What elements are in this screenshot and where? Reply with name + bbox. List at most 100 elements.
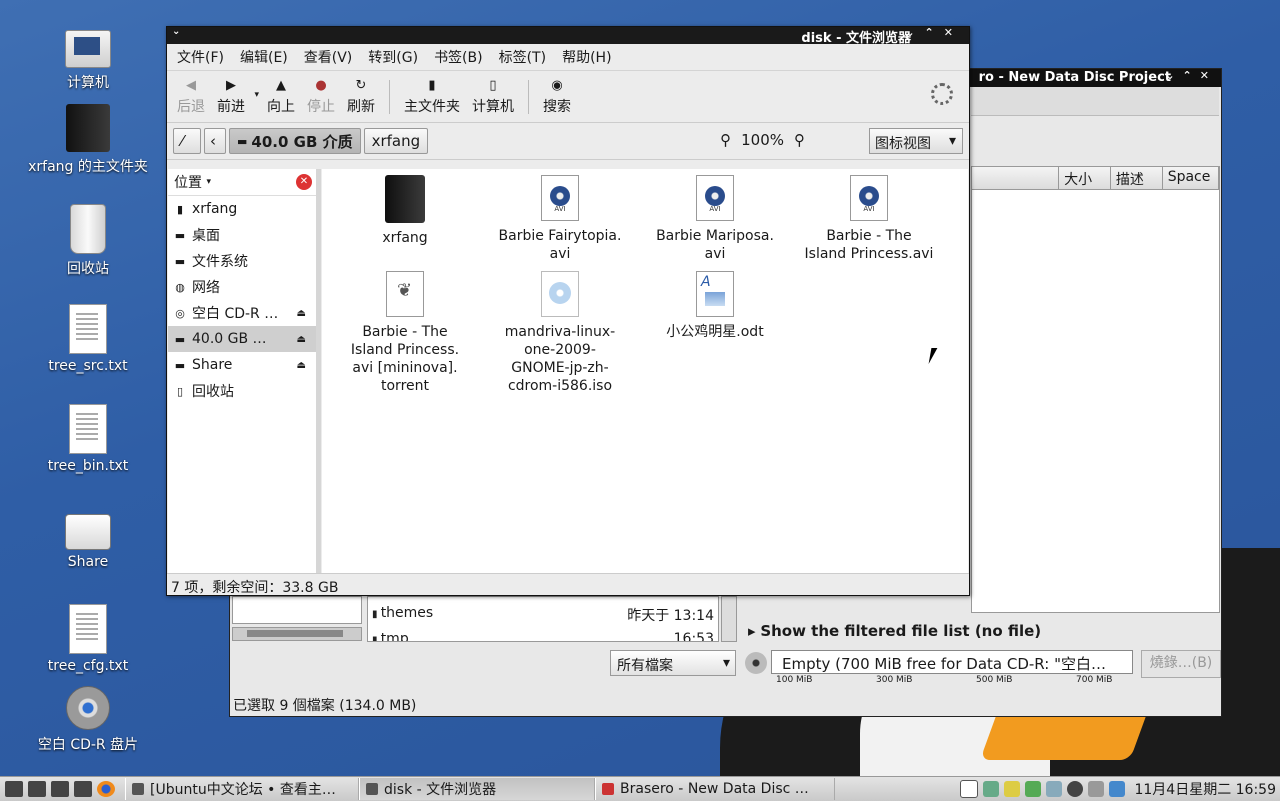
- desktop-icon-tree-src[interactable]: tree_src.txt: [13, 304, 163, 374]
- icon-view[interactable]: xrfang Barbie Fairytopia. avi Barbie Mar…: [322, 169, 968, 573]
- file-item-odt[interactable]: 小公鸡明星.odt: [640, 271, 790, 341]
- terminal-launcher-icon[interactable]: [51, 781, 69, 797]
- sidebar-header[interactable]: 位置 ▾ ✕: [168, 169, 316, 196]
- task-file-browser[interactable]: disk - 文件浏览器: [359, 778, 595, 800]
- computer-icon: [65, 30, 111, 68]
- folder-tree[interactable]: [232, 596, 362, 624]
- stop-button[interactable]: ● 停止: [301, 76, 341, 122]
- list-item[interactable]: themes 昨天于 13:14: [368, 597, 718, 624]
- menu-bookmarks[interactable]: 书签(B): [426, 47, 491, 67]
- volume-tray-icon[interactable]: [1109, 781, 1126, 797]
- desktop-icon-trash[interactable]: 回收站: [13, 204, 163, 278]
- sidebar-item-xrfang[interactable]: ▮ xrfang: [168, 196, 316, 222]
- signal-tray-icon[interactable]: [1025, 781, 1042, 797]
- column-size[interactable]: 大小: [1059, 167, 1111, 189]
- window-controls[interactable]: ⌄⌃✕: [1165, 69, 1217, 82]
- monitor-launcher-icon[interactable]: [74, 781, 92, 797]
- sidebar-item-share[interactable]: ▬ Share ⏏: [168, 352, 316, 378]
- desktop-icon-blank-cd[interactable]: 空白 CD-R 盘片: [13, 686, 163, 754]
- list-item[interactable]: tmp 16:53: [368, 623, 718, 641]
- network-tray-icon[interactable]: [983, 781, 1000, 797]
- back-button[interactable]: ◀ 后退: [171, 76, 211, 122]
- up-label: 向上: [267, 99, 295, 115]
- forward-button[interactable]: ▶ 前进 ▾: [211, 76, 261, 122]
- menu-view[interactable]: 查看(V): [296, 47, 361, 67]
- sidebar-item-network[interactable]: ◍ 网络: [168, 274, 316, 300]
- window-controls[interactable]: ⌄⌃✕: [905, 26, 963, 39]
- file-type-select[interactable]: 所有檔案: [610, 650, 736, 676]
- path-button-current[interactable]: ▬ 40.0 GB 介质: [229, 128, 361, 154]
- stop-label: 停止: [307, 99, 335, 115]
- toggle-location-entry-button[interactable]: ⁄: [173, 128, 201, 154]
- menu-go[interactable]: 转到(G): [360, 47, 426, 67]
- column-description[interactable]: 描述: [1111, 167, 1163, 189]
- file-item-xrfang[interactable]: xrfang: [330, 175, 480, 247]
- display-tray-icon[interactable]: [1046, 781, 1063, 797]
- desktop-icon-label: tree_src.txt: [48, 358, 128, 374]
- menu-edit[interactable]: 编辑(E): [232, 47, 296, 67]
- search-button[interactable]: ◉ 搜索: [537, 76, 577, 122]
- desktop-icon-share[interactable]: Share: [13, 504, 163, 570]
- desktop-icon-tree-bin[interactable]: tree_bin.txt: [13, 404, 163, 474]
- keyboard-tray-icon[interactable]: [1088, 781, 1105, 797]
- chevron-down-icon: ▾: [206, 177, 211, 187]
- trash-icon: [70, 204, 106, 254]
- task-firefox[interactable]: [Ubuntu中文论坛 • 查看主…: [125, 778, 359, 800]
- view-mode-select[interactable]: 图标视图: [869, 128, 963, 154]
- sidebar-item-desktop[interactable]: ▬ 桌面: [168, 222, 316, 248]
- file-browser-titlebar[interactable]: ⌄ disk - 文件浏览器 ⌄⌃✕: [167, 26, 969, 46]
- file-item-mandriva-iso[interactable]: mandriva-linux- one-2009- GNOME-jp-zh- c…: [485, 271, 635, 395]
- file-item-barbie-mariposa[interactable]: Barbie Mariposa. avi: [640, 175, 790, 263]
- path-button-xrfang[interactable]: xrfang: [363, 128, 429, 154]
- update-tray-icon[interactable]: [1004, 781, 1021, 797]
- zoom-in-icon[interactable]: ⚲: [794, 131, 805, 149]
- folder-icon: [385, 175, 425, 223]
- window-menu-icon[interactable]: ⌄: [172, 26, 180, 37]
- desktop-icon-home[interactable]: xrfang 的主文件夹: [13, 104, 163, 176]
- computer-button[interactable]: ▯ 计算机: [466, 76, 520, 122]
- file-item-barbie-torrent[interactable]: Barbie - The Island Princess. avi [minin…: [330, 271, 480, 395]
- file-item-barbie-island-princess[interactable]: Barbie - The Island Princess.avi: [794, 175, 944, 263]
- desktop-icon-tree-cfg[interactable]: tree_cfg.txt: [13, 604, 163, 674]
- zoom-level[interactable]: 100%: [741, 131, 784, 149]
- eject-icon[interactable]: ⏏: [297, 308, 306, 319]
- menu-tabs[interactable]: 标签(T): [491, 47, 554, 67]
- reload-button[interactable]: ↻ 刷新: [341, 76, 381, 122]
- sidebar-item-40gb-volume[interactable]: ▬ 40.0 GB … ⏏: [168, 326, 316, 352]
- horizontal-scrollbar[interactable]: [232, 627, 362, 641]
- desktop-icon-computer[interactable]: 计算机: [13, 24, 163, 92]
- file-manager-launcher-icon[interactable]: [28, 781, 46, 797]
- task-brasero[interactable]: Brasero - New Data Disc …: [595, 778, 835, 800]
- home-button[interactable]: ▮ 主文件夹: [398, 76, 466, 122]
- column-name[interactable]: [972, 167, 1060, 189]
- show-desktop-icon[interactable]: [5, 781, 23, 797]
- burn-button[interactable]: 燒錄…(B): [1141, 650, 1221, 678]
- file-item-barbie-fairytopia[interactable]: Barbie Fairytopia. avi: [485, 175, 635, 263]
- menu-file[interactable]: 文件(F): [169, 47, 232, 67]
- zoom-out-icon[interactable]: ⚲: [720, 131, 731, 149]
- search-icon[interactable]: [1067, 781, 1084, 797]
- clock[interactable]: 11月4日星期二 16:59: [1134, 779, 1276, 799]
- desktop-icon-label: Share: [67, 554, 109, 570]
- disc-selector[interactable]: Empty (700 MiB free for Data CD-R: "空白…: [771, 650, 1133, 674]
- project-file-table[interactable]: 大小 描述 Space: [971, 166, 1220, 613]
- filtered-file-list-expander[interactable]: Show the filtered file list (no file): [748, 622, 1041, 640]
- vertical-scrollbar[interactable]: [721, 596, 737, 642]
- firefox-launcher-icon[interactable]: [97, 781, 115, 797]
- sidebar-item-trash[interactable]: ▯ 回收站: [168, 378, 316, 404]
- eject-icon[interactable]: ⏏: [297, 334, 306, 345]
- path-scroll-left-button[interactable]: ‹: [204, 128, 226, 154]
- pencil-icon: ⁄: [181, 132, 184, 150]
- up-button[interactable]: ▲ 向上: [261, 76, 301, 122]
- workspace-switcher-icon[interactable]: [960, 780, 979, 798]
- folder-icon: ▮: [176, 202, 184, 216]
- column-space[interactable]: Space: [1163, 167, 1219, 189]
- close-sidebar-icon[interactable]: ✕: [296, 174, 312, 190]
- eject-icon[interactable]: ⏏: [297, 360, 306, 371]
- forward-history-dropdown-icon[interactable]: ▾: [254, 90, 259, 100]
- menu-help[interactable]: 帮助(H): [554, 47, 619, 67]
- zoom-control: ⚲ 100% ⚲: [720, 131, 805, 149]
- sidebar-item-blank-cd[interactable]: ◎ 空白 CD-R … ⏏: [168, 300, 316, 326]
- sidebar-item-filesystem[interactable]: ▬ 文件系统: [168, 248, 316, 274]
- file-chooser-list[interactable]: themes 昨天于 13:14 tmp 16:53: [367, 596, 719, 642]
